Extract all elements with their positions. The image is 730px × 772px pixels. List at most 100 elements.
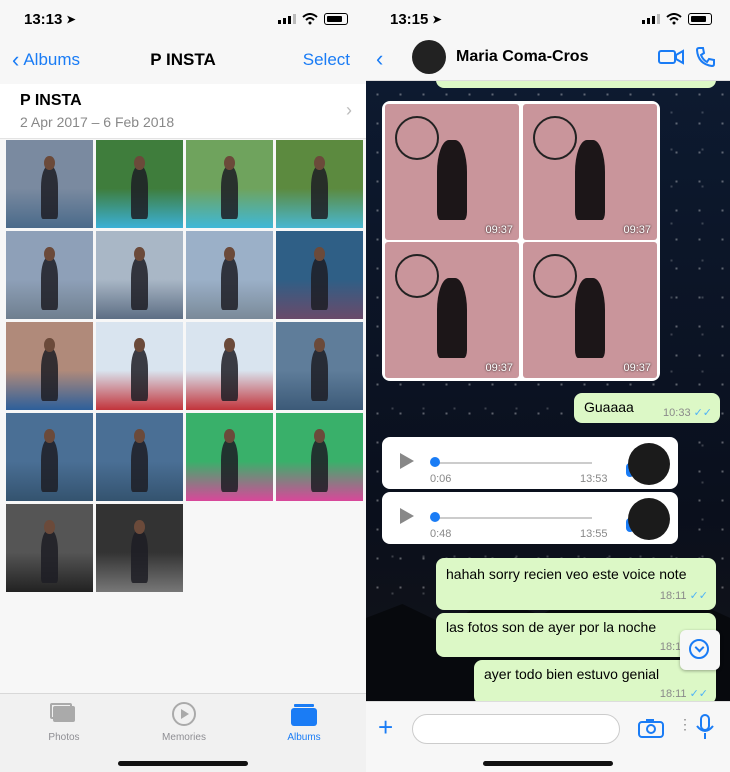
voice-progress-track[interactable] bbox=[432, 517, 592, 519]
memories-tab-icon bbox=[169, 702, 199, 728]
photo-subject bbox=[40, 439, 59, 493]
photo-thumbnail[interactable] bbox=[6, 140, 93, 228]
play-icon[interactable] bbox=[400, 453, 414, 469]
photo-subject-head bbox=[134, 246, 145, 261]
photo-subject-head bbox=[44, 428, 55, 443]
composer-divider: ⋮ bbox=[678, 716, 692, 732]
chat-photo[interactable]: 09:37 bbox=[385, 104, 519, 240]
tab-memories[interactable]: Memories bbox=[144, 702, 224, 743]
message-bubble-outgoing[interactable]: las fotos son de ayer por la noche 18:11… bbox=[436, 613, 716, 657]
photo-thumbnail[interactable] bbox=[276, 231, 363, 319]
album-name: P INSTA bbox=[20, 92, 82, 109]
photos-app-screen: 13:13 ➤ ‹ Albums P INSTA Select P INSTA … bbox=[0, 0, 366, 772]
microphone-icon[interactable] bbox=[696, 714, 714, 740]
message-bubble-outgoing[interactable]: hahah sorry recien veo este voice note 1… bbox=[436, 558, 716, 610]
voice-note-message[interactable]: 0:48 13:55 bbox=[382, 492, 678, 544]
photo-thumbnail[interactable] bbox=[6, 504, 93, 592]
tab-bar: Photos Memories Albums bbox=[0, 693, 366, 772]
photo-subject-head bbox=[44, 246, 55, 261]
photo-subject-head bbox=[44, 155, 55, 170]
battery-icon bbox=[324, 13, 348, 25]
photo-thumbnail[interactable] bbox=[6, 231, 93, 319]
status-time: 13:13 bbox=[24, 10, 63, 28]
voice-note-message[interactable]: 0:06 13:53 bbox=[382, 437, 678, 489]
photo-subject-head bbox=[44, 337, 55, 352]
photo-thumbnail[interactable] bbox=[276, 322, 363, 410]
wifi-icon bbox=[302, 13, 318, 25]
contact-name[interactable]: Maria Coma-Cros bbox=[456, 48, 588, 66]
message-time: 18:11 bbox=[659, 590, 687, 602]
photo-album-message[interactable]: 09:37 09:37 09:37 09:37 bbox=[382, 101, 660, 381]
photo-subject-head bbox=[134, 337, 145, 352]
voice-progress-handle[interactable] bbox=[430, 457, 440, 467]
chevron-left-icon[interactable]: ‹ bbox=[376, 46, 383, 72]
status-time: 13:15 bbox=[390, 10, 429, 28]
battery-icon bbox=[688, 13, 712, 25]
chat-photo-time: 09:37 bbox=[485, 362, 513, 374]
photo-subject bbox=[40, 530, 59, 584]
chat-photo[interactable]: 09:37 bbox=[523, 104, 657, 240]
albums-tab-icon bbox=[289, 702, 319, 728]
plus-icon[interactable]: + bbox=[378, 712, 393, 743]
photo-thumbnail[interactable] bbox=[186, 322, 273, 410]
photo-thumbnail[interactable] bbox=[276, 140, 363, 228]
chat-photo[interactable]: 09:37 bbox=[523, 242, 657, 378]
photo-subject-head bbox=[224, 155, 235, 170]
photo-thumbnail[interactable] bbox=[96, 231, 183, 319]
photo-thumbnail[interactable] bbox=[96, 504, 183, 592]
photo-thumbnail[interactable] bbox=[186, 231, 273, 319]
photo-thumbnail[interactable] bbox=[276, 413, 363, 501]
location-icon: ➤ bbox=[66, 13, 76, 26]
photo-thumbnail[interactable] bbox=[186, 413, 273, 501]
voice-progress-handle[interactable] bbox=[430, 512, 440, 522]
chat-header: ‹ Maria Coma-Cros bbox=[366, 38, 730, 81]
phone-call-icon[interactable] bbox=[694, 46, 716, 68]
camera-icon[interactable] bbox=[638, 718, 664, 738]
photo-subject-head bbox=[314, 155, 325, 170]
photo-subject-head bbox=[314, 246, 325, 261]
chat-photo-time: 09:37 bbox=[623, 362, 651, 374]
photo-thumbnail[interactable] bbox=[96, 140, 183, 228]
voice-time: 13:55 bbox=[580, 528, 608, 540]
message-time: 18:11 bbox=[659, 688, 687, 700]
photo-thumbnail[interactable] bbox=[6, 322, 93, 410]
status-bar: 13:15 ➤ bbox=[366, 0, 730, 38]
photo-thumbnail[interactable] bbox=[186, 140, 273, 228]
chevron-right-icon: › bbox=[346, 100, 352, 120]
photo-thumbnail[interactable] bbox=[96, 413, 183, 501]
tab-photos[interactable]: Photos bbox=[24, 702, 104, 743]
voice-sender-avatar bbox=[628, 498, 670, 540]
photo-subject-head bbox=[224, 428, 235, 443]
message-bubble-outgoing[interactable]: Guaaaa 10:33 ✓✓ bbox=[574, 393, 720, 423]
chat-photo[interactable]: 09:37 bbox=[385, 242, 519, 378]
message-text: hahah sorry recien veo este voice note bbox=[446, 566, 687, 582]
photo-subject bbox=[310, 166, 329, 220]
scroll-down-button[interactable] bbox=[680, 630, 720, 670]
video-call-icon[interactable] bbox=[658, 48, 684, 66]
photo-subject bbox=[40, 348, 59, 402]
home-indicator bbox=[483, 761, 613, 766]
play-icon[interactable] bbox=[400, 508, 414, 524]
photo-subject bbox=[310, 439, 329, 493]
select-button[interactable]: Select bbox=[303, 50, 350, 70]
photo-subject-head bbox=[134, 155, 145, 170]
album-header[interactable]: P INSTA 2 Apr 2017 – 6 Feb 2018 › bbox=[0, 84, 366, 139]
message-meta: 18:11✓✓ bbox=[660, 586, 708, 606]
photo-subject bbox=[220, 257, 239, 311]
message-meta: 18:11✓✓ bbox=[660, 687, 708, 700]
photo-subject bbox=[310, 348, 329, 402]
tab-photos-label: Photos bbox=[48, 732, 80, 743]
voice-time: 13:53 bbox=[580, 473, 608, 485]
double-check-icon: ✓✓ bbox=[689, 688, 708, 700]
photo-thumbnail[interactable] bbox=[96, 322, 183, 410]
photo-grid bbox=[6, 140, 363, 592]
message-composer: + ⋮ bbox=[366, 701, 730, 772]
message-text: Guaaaa bbox=[584, 399, 634, 415]
chat-photo-time: 09:37 bbox=[485, 224, 513, 236]
tab-albums[interactable]: Albums bbox=[264, 702, 344, 743]
message-input[interactable] bbox=[412, 714, 620, 744]
contact-avatar[interactable] bbox=[412, 40, 446, 74]
photo-subject bbox=[40, 166, 59, 220]
photo-thumbnail[interactable] bbox=[6, 413, 93, 501]
voice-progress-track[interactable] bbox=[432, 462, 592, 464]
